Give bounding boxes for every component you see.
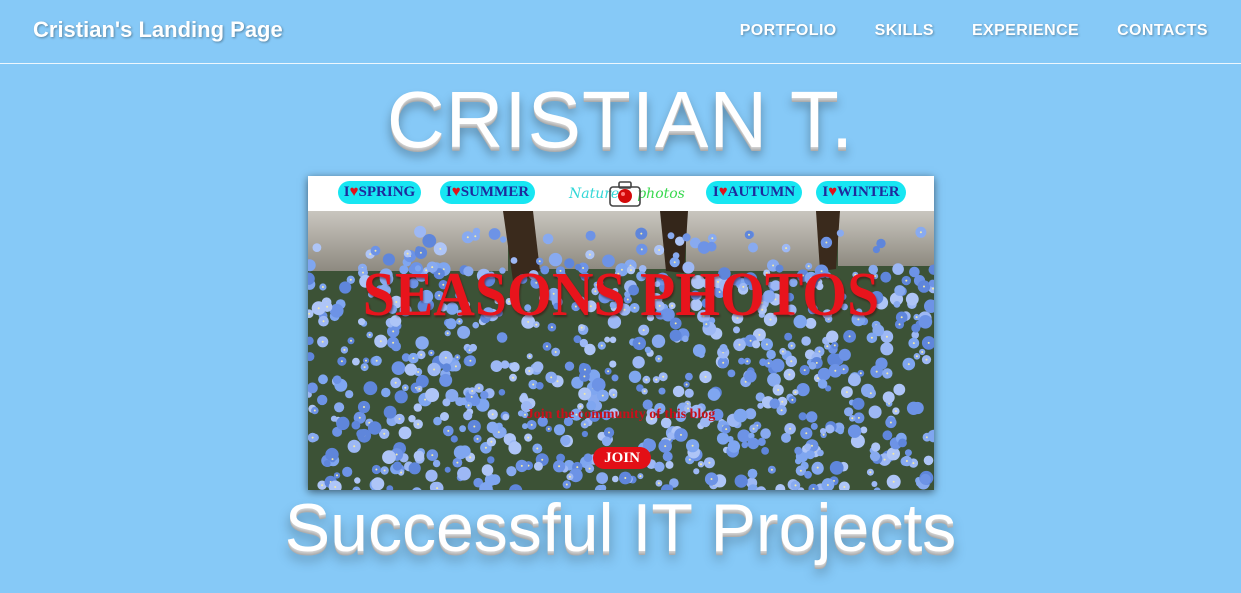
season-tab-autumn[interactable]: I♥AUTUMN	[706, 181, 802, 204]
hero-title: CRISTIAN T.	[386, 75, 855, 164]
heart-icon: ♥	[349, 184, 359, 200]
logo-text-part2: photos	[637, 186, 685, 202]
season-tab-label: SPRING	[358, 184, 416, 200]
season-tab-label: SUMMER	[460, 184, 530, 200]
nav-contacts-link[interactable]: CONTACTS	[1117, 22, 1208, 40]
preview-nav-bar: I♥SPRING I♥SUMMER Nature photos I♥AUTUMN …	[308, 176, 934, 211]
heart-icon: ♥	[828, 184, 838, 200]
season-tab-winter[interactable]: I♥WINTER	[816, 181, 906, 204]
season-tab-spring[interactable]: I♥SPRING	[338, 181, 421, 204]
project-preview-card[interactable]: I♥SPRING I♥SUMMER Nature photos I♥AUTUMN …	[308, 176, 934, 490]
heart-icon: ♥	[718, 184, 728, 200]
heart-icon: ♥	[451, 184, 461, 200]
top-navbar: Cristian's Landing Page PORTFOLIO SKILLS…	[0, 0, 1241, 64]
seasons-photos-banner: SEASONS PHOTOS	[362, 261, 880, 329]
season-tab-summer[interactable]: I♥SUMMER	[440, 181, 535, 204]
season-tab-label: AUTUMN	[727, 184, 796, 200]
season-tab-label: WINTER	[837, 184, 900, 200]
community-tagline: Join the community of this blog	[526, 407, 716, 422]
nature-photos-logo[interactable]: Nature photos	[567, 179, 685, 209]
hero-subtitle: Successful IT Projects	[284, 490, 957, 566]
nav-links: PORTFOLIO SKILLS EXPERIENCE CONTACTS	[740, 22, 1208, 40]
nav-skills-link[interactable]: SKILLS	[875, 22, 934, 40]
landing-page: Cristian's Landing Page PORTFOLIO SKILLS…	[0, 0, 1241, 593]
join-button[interactable]: JOIN	[593, 447, 651, 469]
camera-icon	[609, 181, 641, 207]
nav-experience-link[interactable]: EXPERIENCE	[972, 22, 1079, 40]
nav-portfolio-link[interactable]: PORTFOLIO	[740, 22, 837, 40]
brand-link[interactable]: Cristian's Landing Page	[33, 17, 283, 43]
